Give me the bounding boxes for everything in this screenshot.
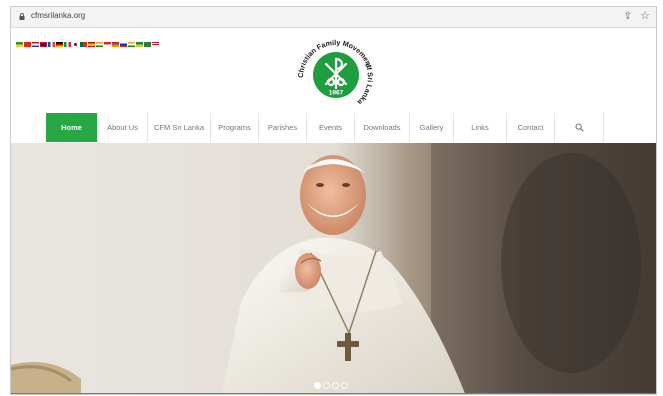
slider-dot-3[interactable]: [332, 382, 339, 389]
nav-programs[interactable]: Programs: [210, 113, 258, 142]
slider-dot-4[interactable]: [341, 382, 348, 389]
hero-image: [11, 143, 656, 394]
flag-17[interactable]: [144, 42, 151, 47]
flag-13[interactable]: [112, 42, 119, 47]
slider-dots: [314, 382, 348, 389]
cfm-logo[interactable]: 1967 Christian Family Movement of Sri La…: [293, 30, 379, 116]
share-icon[interactable]: ⇪: [624, 11, 632, 23]
nav-events[interactable]: Events: [306, 113, 354, 142]
flag-7[interactable]: [64, 42, 71, 47]
flag-2[interactable]: [24, 42, 31, 47]
flag-16[interactable]: [136, 42, 143, 47]
main-nav: Home About Us CFM Sri Lanka Programs Par…: [46, 113, 604, 142]
language-flags: [16, 42, 159, 47]
browser-window: cfmsrilanka.org ⇪ ☆ 1967 Christian Famil…: [10, 6, 657, 395]
flag-8[interactable]: [72, 42, 79, 47]
nav-contact[interactable]: Contact: [506, 113, 554, 142]
nav-home[interactable]: Home: [46, 113, 97, 142]
nav-about-us[interactable]: About Us: [97, 113, 147, 142]
url-text[interactable]: cfmsrilanka.org: [31, 11, 85, 20]
lock-icon: [19, 13, 25, 20]
flag-10[interactable]: [88, 42, 95, 47]
address-bar[interactable]: cfmsrilanka.org ⇪ ☆: [11, 7, 656, 28]
nav-parishes[interactable]: Parishes: [258, 113, 306, 142]
nav-gallery[interactable]: Gallery: [409, 113, 453, 142]
flag-14[interactable]: [120, 42, 127, 47]
hero-slider[interactable]: [11, 143, 656, 394]
flag-3[interactable]: [32, 42, 39, 47]
nav-links[interactable]: Links: [453, 113, 506, 142]
flag-1[interactable]: [16, 42, 23, 47]
hero-bottom-bar: [11, 393, 656, 394]
flag-11[interactable]: [96, 42, 103, 47]
star-icon[interactable]: ☆: [640, 10, 650, 22]
flag-12[interactable]: [104, 42, 111, 47]
nav-search[interactable]: [554, 113, 604, 142]
logo-year: 1967: [329, 90, 344, 97]
flag-9[interactable]: [80, 42, 87, 47]
nav-cfm-sri-lanka[interactable]: CFM Sri Lanka: [147, 113, 210, 142]
nav-downloads[interactable]: Downloads: [354, 113, 409, 142]
flag-18[interactable]: [152, 42, 159, 47]
slider-dot-1[interactable]: [314, 382, 321, 389]
slider-dot-2[interactable]: [323, 382, 330, 389]
flag-4[interactable]: [40, 42, 47, 47]
flag-15[interactable]: [128, 42, 135, 47]
flag-5[interactable]: [48, 42, 55, 47]
flag-6[interactable]: [56, 42, 63, 47]
search-icon: [574, 123, 584, 132]
